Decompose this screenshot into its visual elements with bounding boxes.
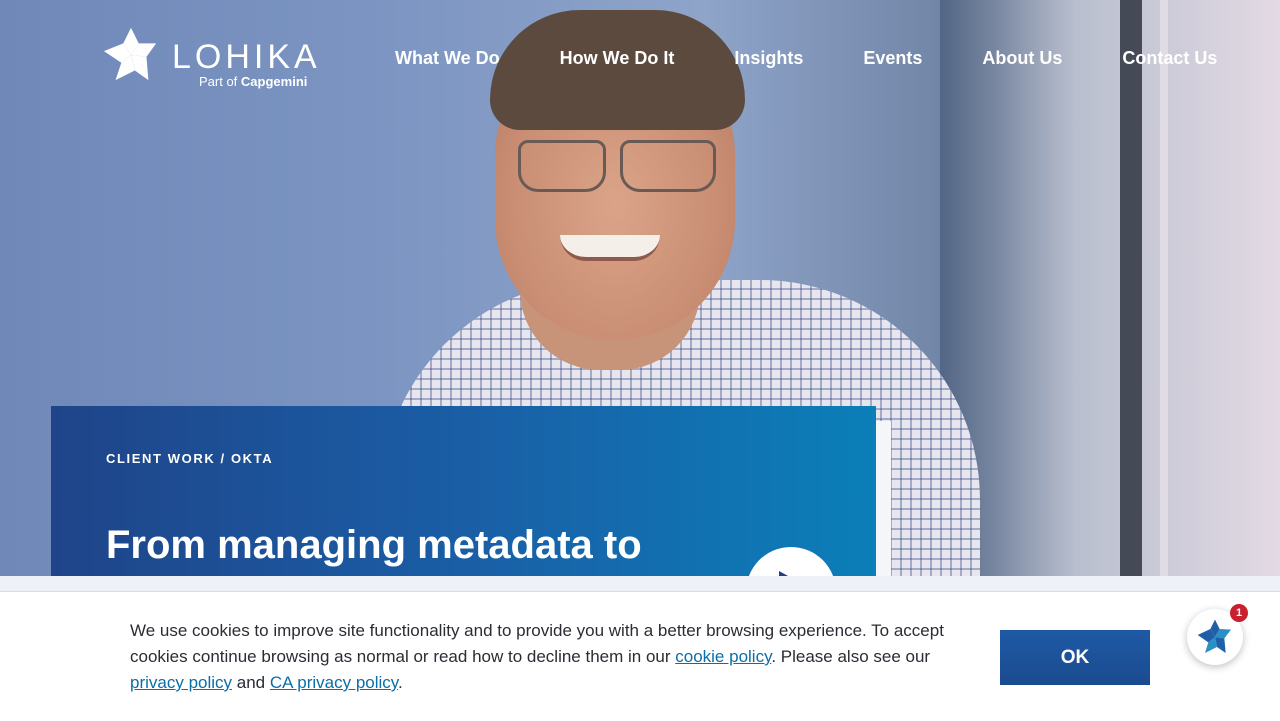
- cookie-message: We use cookies to improve site functiona…: [130, 621, 944, 692]
- brand-logo[interactable]: LOHIKA Part of Capgemini: [102, 26, 332, 96]
- glasses-right-lens: [620, 140, 716, 192]
- lohika-star-icon: [103, 27, 157, 81]
- card-edge: [876, 421, 891, 591]
- person-smile: [560, 235, 660, 261]
- hero-eyebrow: CLIENT WORK / OKTA: [106, 451, 274, 466]
- nav-contact-us[interactable]: Contact Us: [1122, 48, 1217, 69]
- nav-insights[interactable]: Insights: [734, 48, 803, 69]
- window-frame: [1120, 0, 1142, 576]
- person-hair: [490, 10, 745, 130]
- nav-events[interactable]: Events: [863, 48, 922, 69]
- window-frame-light: [1160, 0, 1168, 576]
- brand-tagline: Part of Capgemini: [199, 74, 308, 89]
- nav-how-we-do-it[interactable]: How We Do It: [560, 48, 675, 69]
- background-wall: [940, 0, 1280, 576]
- ca-privacy-policy-link[interactable]: CA privacy policy: [270, 673, 398, 692]
- notification-badge: 1: [1230, 604, 1248, 622]
- glasses-left-lens: [518, 140, 606, 192]
- cookie-banner: We use cookies to improve site functiona…: [0, 591, 1280, 721]
- privacy-policy-link[interactable]: privacy policy: [130, 673, 232, 692]
- lohika-star-icon: [1197, 619, 1231, 653]
- cookie-ok-button[interactable]: OK: [1000, 630, 1150, 685]
- nav-what-we-do[interactable]: What We Do: [395, 48, 500, 69]
- cookie-policy-link[interactable]: cookie policy: [675, 647, 771, 666]
- brand-name: LOHIKA: [172, 38, 321, 76]
- main-nav: What We Do How We Do It Insights Events …: [395, 48, 1217, 69]
- section-strip: [0, 576, 1280, 592]
- chat-widget-button[interactable]: 1: [1187, 604, 1248, 665]
- nav-about-us[interactable]: About Us: [982, 48, 1062, 69]
